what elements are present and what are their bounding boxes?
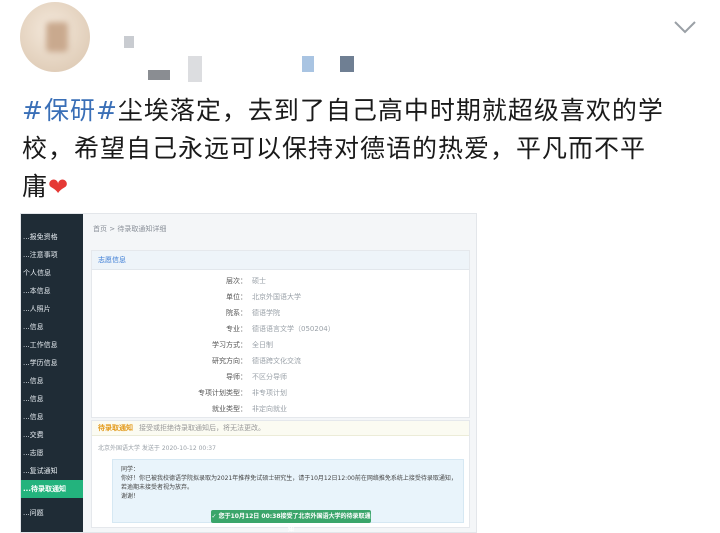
sidebar-item[interactable]: ...信息 (21, 318, 83, 336)
volunteer-info-panel: 志愿信息 层次： 硕士 单位： 北京外国语大学 院系： 德语学院 专业： 德语语言文学（… (91, 250, 470, 418)
avatar[interactable] (20, 2, 90, 72)
field-key: 研究方向： (212, 357, 247, 365)
field-value: 非定向就业 (252, 405, 287, 413)
field-key: 院系： (226, 309, 247, 317)
blurred-username (340, 56, 354, 72)
post-text: #保研#尘埃落定，去到了自己高中时期就超级喜欢的学 校，希望自己永远可以保持对德… (22, 92, 702, 206)
blurred-username (148, 70, 170, 80)
notice-title: 待录取通知 (98, 424, 133, 432)
field-value: 德语跨文化交流 (252, 357, 301, 365)
sidebar-item[interactable]: 个人信息 (21, 264, 83, 282)
notice-header: 待录取通知 接受或拒绝待录取通知后，将无法更改。 (92, 421, 469, 436)
blurred-username (302, 56, 314, 72)
field-key: 专项计划类型： (198, 389, 247, 397)
blurred-username (124, 36, 134, 48)
field-row: 导师： 不区分导师 (92, 369, 469, 385)
field-value: 德语语言文学（050204） (252, 325, 335, 333)
letter-thanks: 谢谢！ (121, 493, 140, 500)
sidebar-item[interactable]: ...志愿 (21, 444, 83, 462)
sidebar-item[interactable]: ...注意事项 (21, 246, 83, 264)
field-row: 专业： 德语语言文学（050204） (92, 321, 469, 337)
sidebar-item[interactable]: ...工作信息 (21, 336, 83, 354)
field-row: 层次： 硕士 (92, 273, 469, 289)
notice-subtitle: 接受或拒绝待录取通知后，将无法更改。 (139, 424, 265, 432)
field-row: 研究方向： 德语跨文化交流 (92, 353, 469, 369)
sidebar-item[interactable]: ...人照片 (21, 300, 83, 318)
field-key: 专业： (226, 325, 247, 333)
field-value: 硕士 (252, 277, 266, 285)
topic-tag[interactable]: #保研# (22, 96, 118, 125)
field-key: 层次： (226, 277, 247, 285)
field-value: 不区分导师 (252, 373, 287, 381)
blurred-username (188, 56, 202, 82)
field-key: 学习方式： (212, 341, 247, 349)
post-line-3: 庸 (22, 172, 49, 201)
sidebar-item-active[interactable]: ...待录取通知 (21, 480, 83, 498)
heart-icon: ❤ (48, 173, 70, 201)
sidebar: ...报免资格 ...注意事项 个人信息 ...本信息 ...人照片 ...信息… (21, 214, 83, 532)
field-row: 学习方式： 全日制 (92, 337, 469, 353)
sidebar-item[interactable]: ...本信息 (21, 282, 83, 300)
post-line-2: 校，希望自己永远可以保持对德语的热爱，平凡而不平 (22, 134, 647, 163)
sidebar-item[interactable]: ...报免资格 (21, 228, 83, 246)
accepted-status-button[interactable]: ✓ 您于10月12日 00:38接受了北京外国语大学的待录取通知 (211, 510, 371, 532)
field-value: 德语学院 (252, 309, 280, 317)
field-row: 就业类型： 非定向就业 (92, 401, 469, 417)
sidebar-item[interactable]: ...学历信息 (21, 354, 83, 372)
sidebar-item[interactable]: ...交费 (21, 426, 83, 444)
letter-greeting: 同学： (121, 466, 140, 473)
sidebar-item[interactable]: ...复试通知 (21, 462, 83, 480)
notice-meta: 北京外国语大学 发送于 2020-10-12 00:37 (98, 445, 216, 452)
letter-body: 你好！你已被我校德语学院拟录取为2021年推荐免试硕士研究生，请于10月12日1… (121, 475, 457, 482)
field-key: 单位： (226, 293, 247, 301)
field-key: 就业类型： (212, 405, 247, 413)
letter-body-2: 若逾期未接受者视为放弃。 (121, 484, 194, 491)
sidebar-item[interactable]: ...信息 (21, 390, 83, 408)
post-line-1: 尘埃落定，去到了自己高中时期就超级喜欢的学 (117, 96, 664, 125)
chevron-down-icon[interactable] (672, 14, 698, 40)
sidebar-item[interactable]: ...信息 (21, 408, 83, 426)
field-row: 专项计划类型： 非专项计划 (92, 385, 469, 401)
field-value: 北京外国语大学 (252, 293, 301, 301)
field-key: 导师： (226, 373, 247, 381)
sidebar-item[interactable]: ...信息 (21, 372, 83, 390)
field-value: 全日制 (252, 341, 273, 349)
breadcrumb[interactable]: 首页 > 待录取通知详细 (93, 224, 166, 234)
sidebar-item[interactable]: ...问题 (21, 504, 83, 522)
avatar-blur (46, 22, 68, 52)
field-value: 非专项计划 (252, 389, 287, 397)
field-row: 单位： 北京外国语大学 (92, 289, 469, 305)
admission-notice-panel: 待录取通知 接受或拒绝待录取通知后，将无法更改。 北京外国语大学 发送于 2020… (91, 420, 470, 532)
notice-letter: 同学： 你好！你已被我校德语学院拟录取为2021年推荐免试硕士研究生，请于10月… (112, 459, 464, 532)
panel-title: 志愿信息 (92, 251, 469, 270)
field-row: 院系： 德语学院 (92, 305, 469, 321)
post-image[interactable]: ...报免资格 ...注意事项 个人信息 ...本信息 ...人照片 ...信息… (20, 213, 477, 533)
